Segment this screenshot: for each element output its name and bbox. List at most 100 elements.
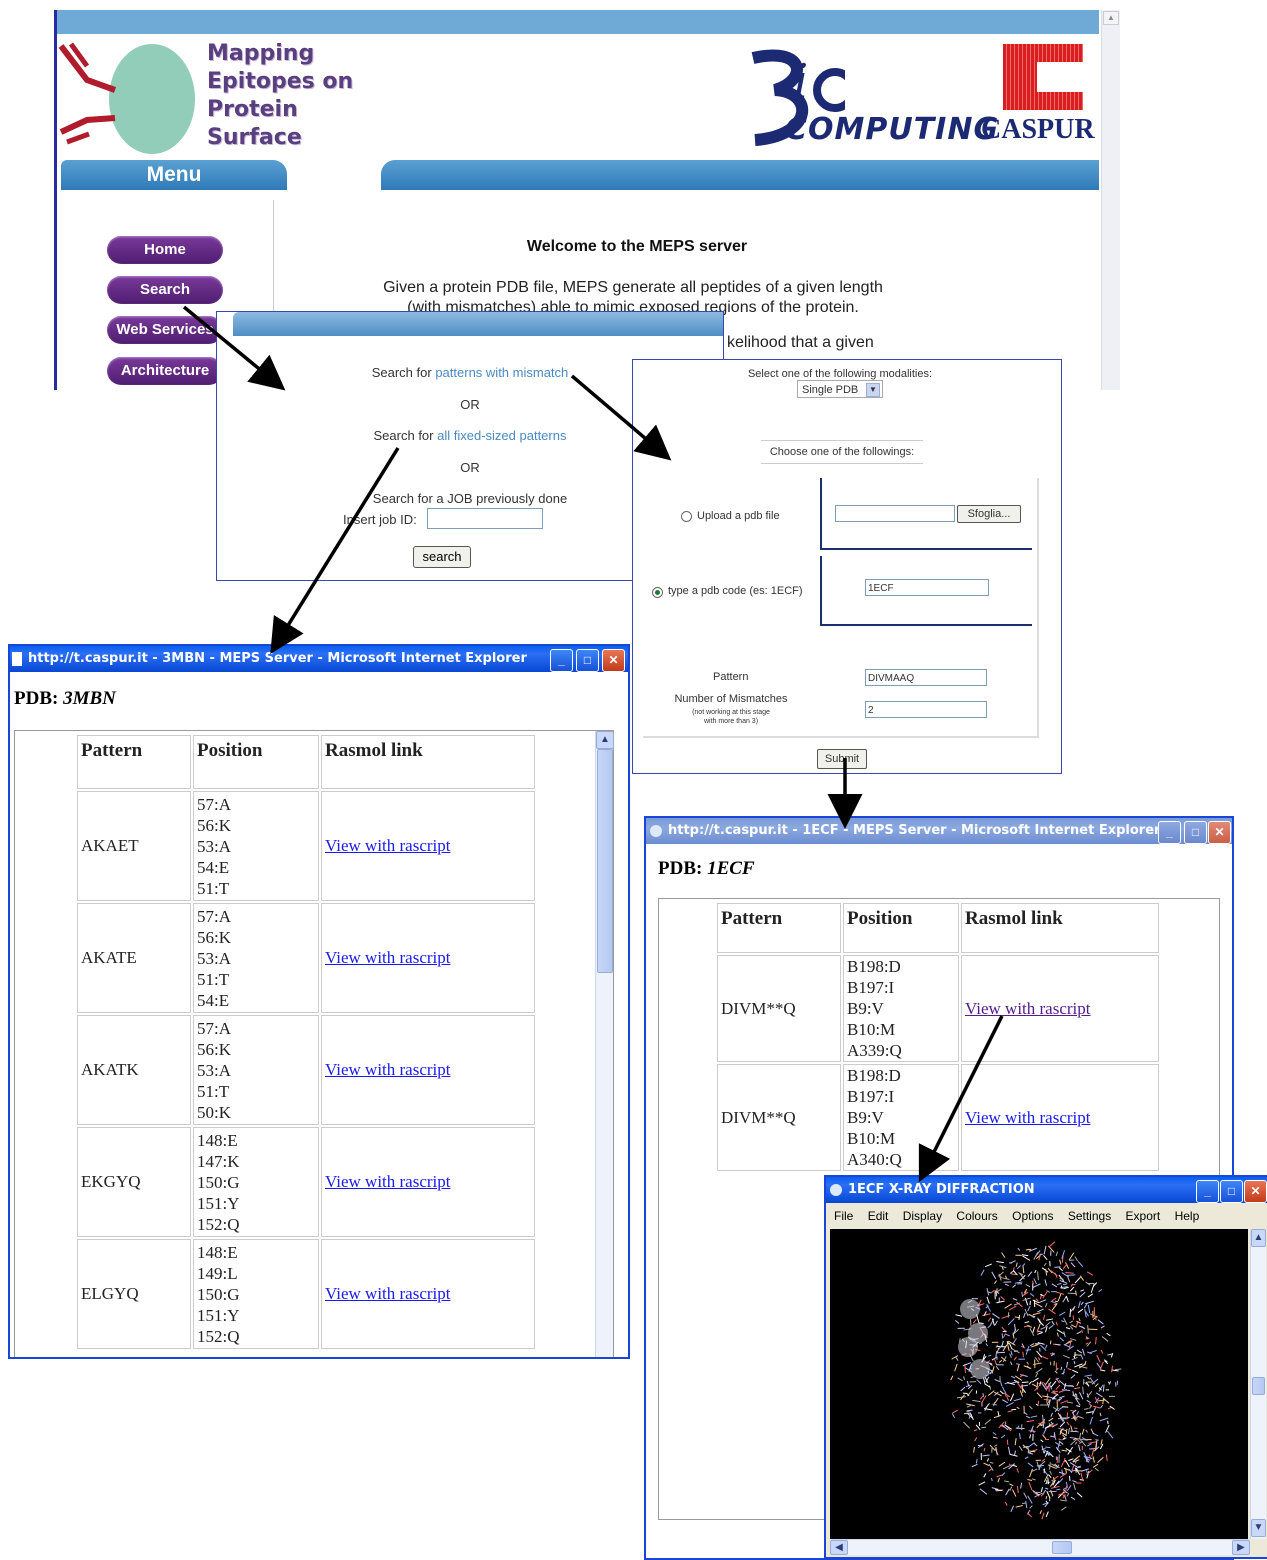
menu-display[interactable]: Display (903, 1209, 942, 1223)
ie-title-text: http://t.caspur.it - 3MBN - MEPS Server … (28, 651, 527, 666)
scroll-up-icon[interactable]: ▲ (596, 731, 614, 749)
pattern-cell: AKATK (77, 1015, 191, 1125)
column-header: Rasmol link (321, 735, 535, 789)
scroll-right-icon[interactable]: ▶ (1232, 1540, 1250, 1555)
patterns-with-mismatch-link[interactable]: patterns with mismatch (435, 365, 568, 380)
position-value: 150:G (197, 1172, 315, 1193)
view-rascript-link[interactable]: View with rascript (325, 1060, 451, 1079)
pdb-code-input[interactable]: 1ECF (865, 579, 989, 596)
view-rascript-link[interactable]: View with rascript (325, 1172, 451, 1191)
nav-search-button[interactable]: Search (107, 276, 223, 304)
pattern-cell: DIVM**Q (717, 955, 841, 1062)
caspur-text: CASPUR (981, 114, 1095, 146)
pdb-label: PDB: (658, 858, 702, 879)
rasmol-menu-bar: File Edit Display Colours Options Settin… (826, 1205, 1267, 1227)
menu-options[interactable]: Options (1012, 1209, 1053, 1223)
column-header: Rasmol link (961, 903, 1159, 953)
maximize-button[interactable]: □ (1220, 1180, 1243, 1203)
close-button[interactable]: ✕ (1208, 821, 1231, 844)
minimize-button[interactable]: _ (1158, 821, 1181, 844)
position-value: 150:G (197, 1284, 315, 1305)
close-button[interactable]: ✕ (1244, 1180, 1267, 1203)
table-row: DIVM**Q B198:D B197:I B9:V B10:M A339:Q … (717, 955, 1159, 1062)
maximize-button[interactable]: □ (1184, 821, 1207, 844)
rasmol-cell: View with rascript (321, 791, 535, 901)
pattern-input[interactable]: DIVMAAQ (865, 669, 987, 686)
scroll-down-icon[interactable]: ▼ (1251, 1519, 1266, 1537)
mismatch-note-line: with more than 3) (661, 717, 801, 726)
position-value: B197:I (847, 977, 955, 998)
results-table: Pattern Position Rasmol link DIVM**Q B19… (715, 901, 1161, 1173)
upload-file-input[interactable] (835, 505, 955, 522)
menu-edit[interactable]: Edit (868, 1209, 889, 1223)
meps-logo-circle (109, 44, 195, 154)
choose-label: Choose one of the followings: (761, 440, 923, 464)
antibody-icon (57, 40, 117, 160)
site-scrollbar[interactable]: ▲ (1101, 10, 1120, 390)
bio-logo-text: COMPUTING (785, 112, 999, 147)
position-value: B197:I (847, 1086, 955, 1107)
vertical-scrollbar[interactable]: ▲ (595, 731, 613, 1359)
position-value: 152:Q (197, 1214, 315, 1235)
minimize-button[interactable]: _ (550, 649, 573, 672)
view-rascript-link[interactable]: View with rascript (965, 1108, 1091, 1127)
position-value: 54:E (197, 857, 315, 878)
position-value: 56:K (197, 927, 315, 948)
scroll-up-icon[interactable]: ▲ (1251, 1229, 1266, 1247)
scroll-thumb[interactable] (1252, 1377, 1265, 1395)
upload-label: Upload a pdb file (697, 510, 780, 522)
pattern-cell: DIVM**Q (717, 1064, 841, 1171)
search-button[interactable]: search (413, 546, 471, 568)
rasmol-horizontal-scrollbar[interactable]: ◀ ▶ (830, 1539, 1250, 1555)
upload-radio[interactable] (681, 511, 692, 522)
view-rascript-link[interactable]: View with rascript (325, 1284, 451, 1303)
nav-web-services-button[interactable]: Web Services (107, 316, 223, 344)
modality-select[interactable]: Single PDB ▼ (797, 380, 883, 398)
menu-header: Menu (61, 160, 287, 190)
divider (820, 624, 1032, 626)
menu-settings[interactable]: Settings (1068, 1209, 1111, 1223)
job-id-input[interactable] (427, 508, 543, 529)
mismatch-input[interactable]: 2 (865, 701, 987, 718)
menu-export[interactable]: Export (1126, 1209, 1161, 1223)
molecule-viewport[interactable] (830, 1229, 1248, 1539)
nav-home-button[interactable]: Home (107, 236, 223, 264)
position-value: B9:V (847, 998, 955, 1019)
pdb-code-radio[interactable] (652, 587, 663, 598)
menu-help[interactable]: Help (1175, 1209, 1200, 1223)
pattern-cell: AKAET (77, 791, 191, 901)
position-value: A340:Q (847, 1149, 955, 1170)
molecule-structure-image (830, 1229, 1248, 1539)
fixed-sized-patterns-link[interactable]: all fixed-sized patterns (437, 428, 566, 443)
scroll-thumb[interactable] (597, 749, 613, 973)
view-rascript-link[interactable]: View with rascript (325, 836, 451, 855)
position-value: 57:A (197, 906, 315, 927)
position-value: 147:K (197, 1151, 315, 1172)
scroll-left-icon[interactable]: ◀ (830, 1540, 848, 1555)
position-value: 56:K (197, 815, 315, 836)
nav-architecture-button[interactable]: Architecture (107, 357, 223, 385)
ie-window-3mbn: http://t.caspur.it - 3MBN - MEPS Server … (8, 644, 630, 1359)
submit-button[interactable]: Submit (817, 749, 867, 769)
view-rascript-link[interactable]: View with rascript (965, 999, 1091, 1018)
scroll-up-icon[interactable]: ▲ (1103, 11, 1119, 25)
rasmol-vertical-scrollbar[interactable]: ▲ ▼ (1250, 1229, 1266, 1539)
menu-colours[interactable]: Colours (956, 1209, 997, 1223)
logo-line: Mapping (207, 40, 353, 68)
position-value: 151:Y (197, 1193, 315, 1214)
position-value: 57:A (197, 1018, 315, 1039)
ie-title-bar: http://t.caspur.it - 3MBN - MEPS Server … (10, 646, 628, 672)
menu-file[interactable]: File (834, 1209, 853, 1223)
pdb-heading: PDB: 1ECF (658, 858, 755, 880)
maximize-button[interactable]: □ (576, 649, 599, 672)
chevron-down-icon[interactable]: ▼ (866, 383, 880, 397)
view-rascript-link[interactable]: View with rascript (325, 948, 451, 967)
minimize-button[interactable]: _ (1196, 1180, 1219, 1203)
modality-select-value: Single PDB (802, 384, 858, 396)
results-frame: Pattern Position Rasmol link AKAET 57:A … (14, 730, 614, 1359)
browse-button[interactable]: Sfoglia... (957, 505, 1021, 523)
divider (820, 478, 822, 550)
scroll-thumb[interactable] (1052, 1541, 1072, 1554)
header-bar (381, 160, 1099, 190)
close-button[interactable]: ✕ (602, 649, 625, 672)
